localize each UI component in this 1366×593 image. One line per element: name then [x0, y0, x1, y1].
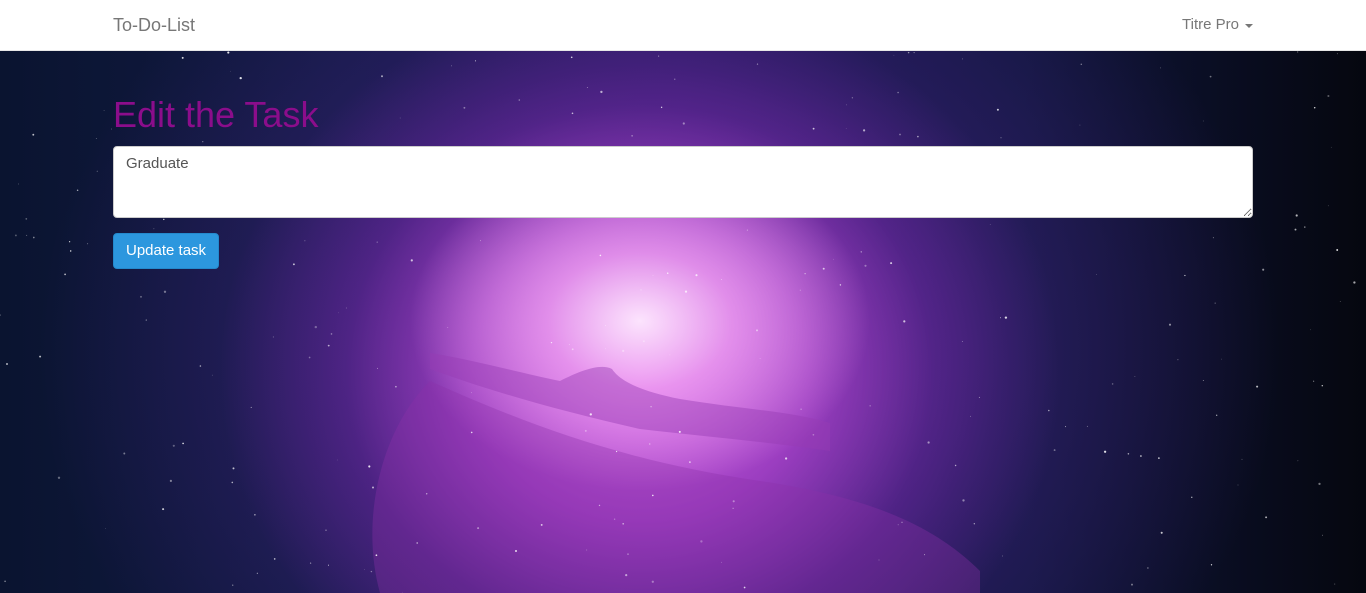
edit-task-panel: Edit the Task Graduate Update task	[113, 51, 1253, 269]
caret-down-icon	[1245, 24, 1253, 28]
user-menu-label: Titre Pro	[1182, 16, 1239, 33]
brand-link[interactable]: To-Do-List	[113, 14, 195, 36]
task-textarea[interactable]: Graduate	[113, 146, 1253, 218]
update-task-button[interactable]: Update task	[113, 233, 220, 269]
page-title: Edit the Task	[113, 94, 319, 135]
top-navbar: To-Do-List Titre Pro	[0, 0, 1366, 51]
user-dropdown-toggle[interactable]: Titre Pro	[1182, 15, 1253, 35]
